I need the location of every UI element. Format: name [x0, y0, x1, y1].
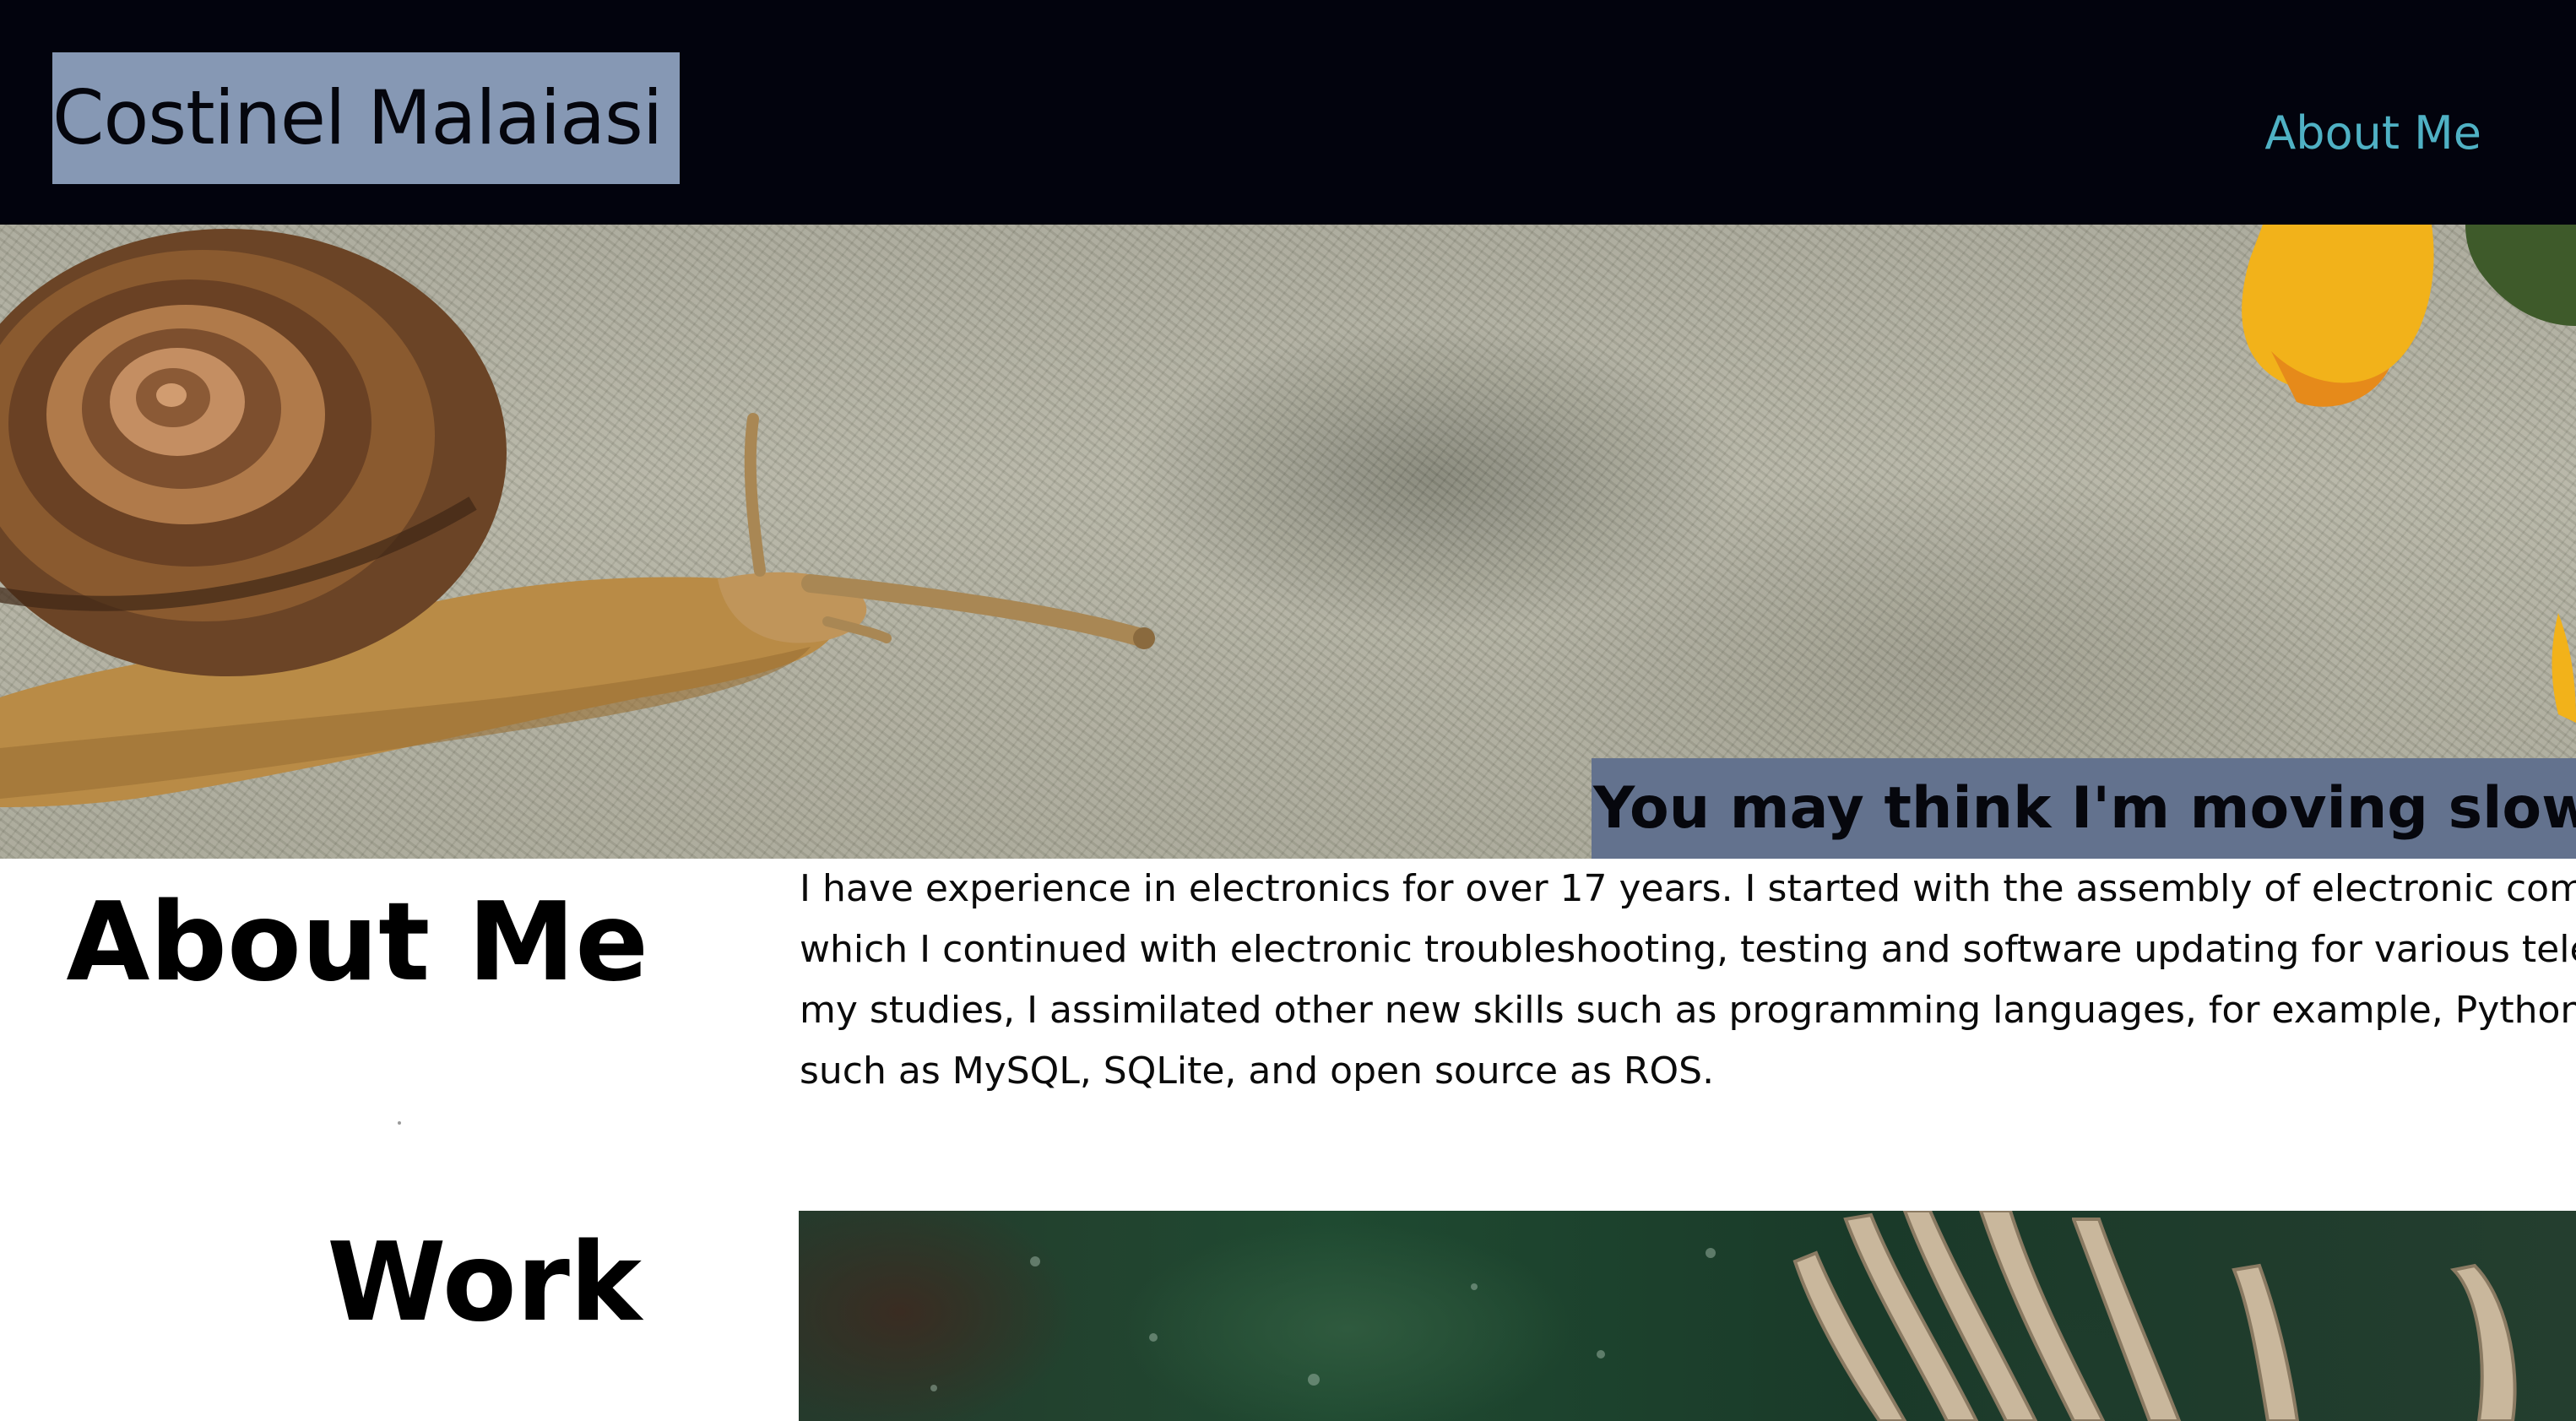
- green-leaf: [2465, 225, 2576, 326]
- hero-caption: You may think I'm moving slowly, b: [1593, 775, 2576, 842]
- snail-tentacle-upper: [744, 413, 766, 577]
- site-header: Costinel Malaiasi About Me: [0, 0, 2576, 225]
- about-line: my studies, I assimilated other new skil…: [800, 989, 2576, 1032]
- hero-banner: You may think I'm moving slowly, b: [0, 225, 2576, 859]
- aquarium-plant-photo: [799, 1211, 2576, 1421]
- stray-dot: [398, 1121, 401, 1125]
- about-heading: About Me: [66, 880, 648, 1006]
- work-heading: Work: [327, 1220, 642, 1346]
- about-line: I have experience in electronics for ove…: [800, 867, 2576, 910]
- yellow-flower-petal: [2242, 225, 2434, 391]
- page: Costinel Malaiasi About Me You may think…: [0, 0, 2576, 1421]
- about-line: such as MySQL, SQLite, and open source a…: [800, 1049, 1715, 1093]
- work-photo-art: [930, 1211, 2517, 1421]
- nav-link-about-me[interactable]: About Me: [2264, 106, 2481, 160]
- hero-caption-box: You may think I'm moving slowly, b: [1592, 758, 2576, 859]
- snail-eye: [1133, 627, 1155, 649]
- about-line: which I continued with electronic troubl…: [800, 928, 2576, 971]
- site-title-link[interactable]: Costinel Malaiasi: [52, 52, 680, 184]
- about-paragraph: I have experience in electronics for ove…: [800, 859, 2576, 1102]
